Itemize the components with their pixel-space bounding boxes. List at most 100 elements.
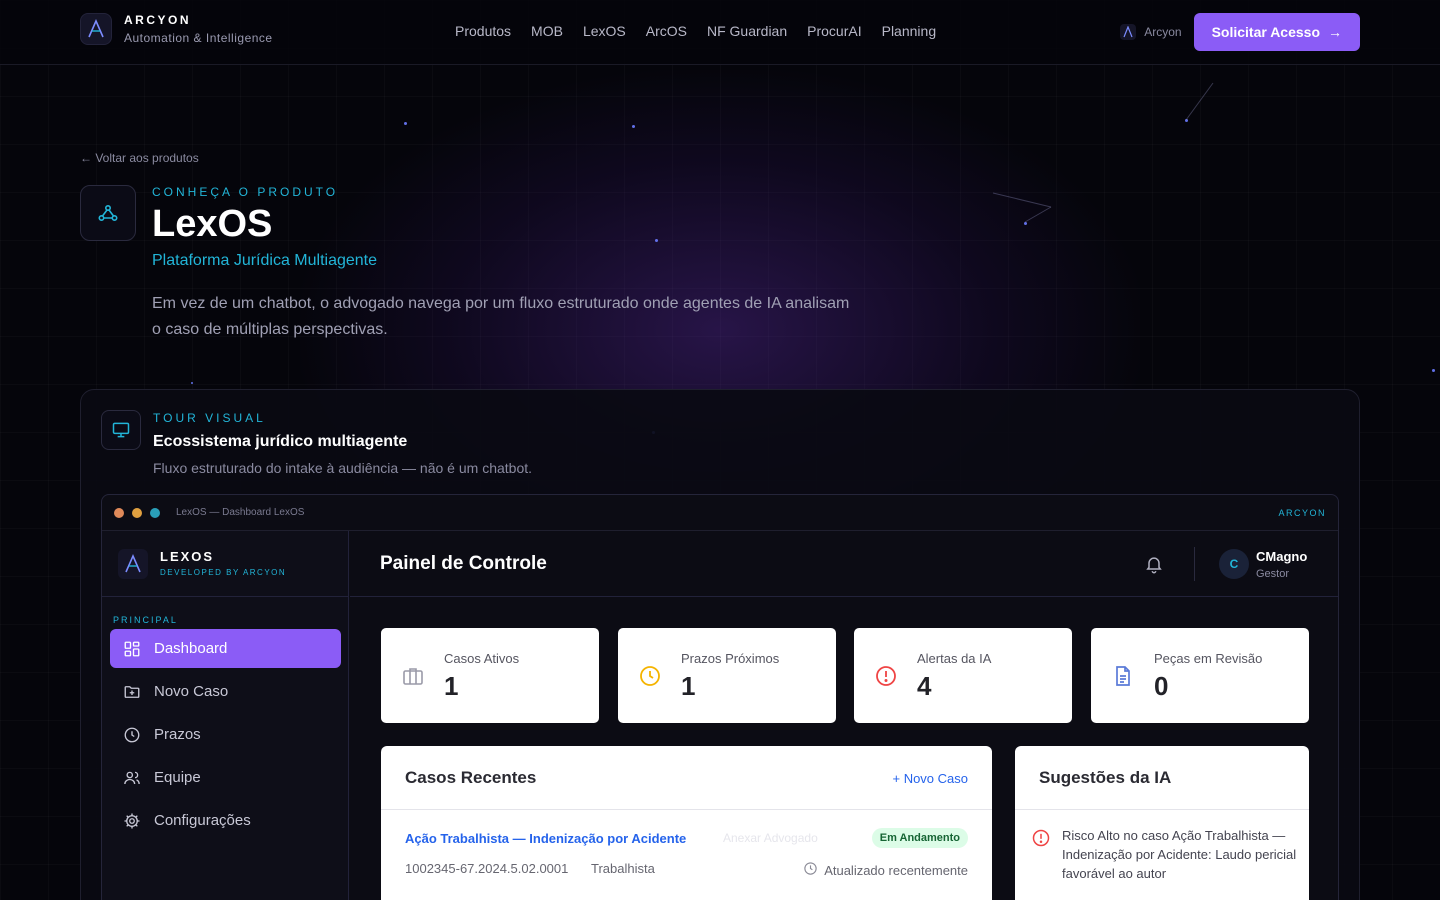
arrow-right-icon: → <box>1328 24 1342 40</box>
stat-card-alertas-ia[interactable]: Alertas da IA 4 <box>854 628 1072 723</box>
back-to-products-link[interactable]: ← Voltar aos produtos <box>80 151 199 165</box>
network-nodes-icon <box>80 185 136 241</box>
nav-link-nf-guardian[interactable]: NF Guardian <box>707 23 787 39</box>
document-icon <box>1111 664 1135 688</box>
stat-label: Peças em Revisão <box>1154 651 1263 666</box>
ai-suggestion-text[interactable]: Risco Alto no caso Ação Trabalhista — In… <box>1062 826 1302 883</box>
app-main: Painel de Controle C CMagno Gestor Casos… <box>350 531 1338 900</box>
nav-links: Produtos MOB LexOS ArcOS NF Guardian Pro… <box>455 23 936 39</box>
lexos-logo-icon <box>118 549 148 579</box>
stat-value: 1 <box>444 671 459 701</box>
request-access-button[interactable]: Solicitar Acesso → <box>1193 13 1360 51</box>
avatar[interactable]: C <box>1219 549 1249 579</box>
top-navigation: ARCYON Automation & Intelligence Produto… <box>0 0 1440 65</box>
tour-description: Fluxo estruturado do intake à audiência … <box>153 460 533 476</box>
grid-icon <box>122 639 142 659</box>
monitor-icon <box>101 410 141 450</box>
star-dot <box>632 125 635 128</box>
assign-lawyer-select[interactable]: Anexar Advogado <box>723 831 818 845</box>
sidebar-app-name: LEXOS <box>160 549 215 564</box>
window-titlebar: LexOS — Dashboard LexOS ARCYON <box>102 495 1338 531</box>
page-title: LexOS <box>152 203 273 245</box>
stat-value: 1 <box>681 671 696 701</box>
stat-card-casos-ativos[interactable]: Casos Ativos 1 <box>381 628 599 723</box>
clock-icon <box>122 725 142 745</box>
hero-description: Em vez de um chatbot, o advogado navega … <box>152 295 850 338</box>
clock-icon <box>803 861 818 879</box>
stat-card-prazos-proximos[interactable]: Prazos Próximos 1 <box>618 628 836 723</box>
sidebar-developer: DEVELOPED BY ARCYON <box>160 568 287 577</box>
account-label: Arcyon <box>1144 25 1182 39</box>
alert-icon <box>1031 828 1051 848</box>
user-role: Gestor <box>1256 568 1290 580</box>
stat-value: 0 <box>1154 671 1169 701</box>
sidebar-item-label: Prazos <box>154 726 201 743</box>
stat-label: Prazos Próximos <box>681 651 780 666</box>
window-dot-close <box>114 508 124 518</box>
nav-link-lexos[interactable]: LexOS <box>583 23 626 39</box>
hero-subtitle: Plataforma Jurídica Multiagente <box>152 252 377 269</box>
tour-title: Ecossistema jurídico multiagente <box>153 433 408 450</box>
nav-link-arcos[interactable]: ArcOS <box>646 23 687 39</box>
briefcase-icon <box>401 664 425 688</box>
recent-cases-panel: Casos Recentes + Novo Caso Ação Trabalhi… <box>381 746 992 900</box>
sidebar-item-dashboard[interactable]: Dashboard <box>110 629 341 668</box>
sidebar-item-prazos[interactable]: Prazos <box>110 715 341 754</box>
hero-eyebrow: CONHEÇA O PRODUTO <box>152 185 339 199</box>
star-dot <box>1024 222 1027 225</box>
app-sidebar: LEXOS DEVELOPED BY ARCYON PRINCIPAL Dash… <box>102 531 349 900</box>
window-title: LexOS — Dashboard LexOS <box>176 507 305 518</box>
window-brand: ARCYON <box>1278 508 1326 518</box>
star-dot <box>1432 369 1435 372</box>
alert-icon <box>874 664 898 688</box>
sidebar-item-label: Equipe <box>154 769 201 786</box>
stat-card-pecas-revisao[interactable]: Peças em Revisão 0 <box>1091 628 1309 723</box>
sidebar-item-label: Novo Caso <box>154 683 229 700</box>
sidebar-item-equipe[interactable]: Equipe <box>110 758 341 797</box>
sidebar-item-configuracoes[interactable]: Configurações <box>110 801 341 840</box>
account-link[interactable]: Arcyon <box>1120 24 1182 40</box>
stat-label: Casos Ativos <box>444 651 520 666</box>
status-badge: Em Andamento <box>871 828 968 848</box>
nav-link-procurai[interactable]: ProcurAI <box>807 23 861 39</box>
arcyon-mini-logo-icon <box>1120 24 1137 40</box>
gear-icon <box>122 811 142 831</box>
ai-suggestions-title: Sugestões da IA <box>1039 768 1172 787</box>
star-dot <box>1185 119 1188 122</box>
nav-link-mob[interactable]: MOB <box>531 23 563 39</box>
window-dot-minimize <box>132 508 142 518</box>
request-access-label: Solicitar Acesso <box>1211 24 1320 40</box>
app-preview-window: LexOS — Dashboard LexOS ARCYON LEXOS DEV… <box>101 494 1339 900</box>
visual-tour-card: TOUR VISUAL Ecossistema jurídico multiag… <box>80 389 1360 900</box>
bell-icon[interactable] <box>1144 554 1164 574</box>
ai-suggestions-panel: Sugestões da IA Risco Alto no caso Ação … <box>1015 746 1309 900</box>
tour-eyebrow: TOUR VISUAL <box>153 411 266 425</box>
star-dot <box>655 239 658 242</box>
case-updated-label: Atualizado recentemente <box>824 862 968 878</box>
nav-link-produtos[interactable]: Produtos <box>455 23 511 39</box>
new-case-link[interactable]: + Novo Caso <box>892 771 968 786</box>
user-name: CMagno <box>1256 549 1308 564</box>
sidebar-item-label: Configurações <box>154 812 251 829</box>
sidebar-section-label: PRINCIPAL <box>113 615 178 625</box>
stat-value: 4 <box>917 671 932 701</box>
brand[interactable]: ARCYON Automation & Intelligence <box>80 13 273 45</box>
stat-label: Alertas da IA <box>917 651 992 666</box>
dashboard-title: Painel de Controle <box>380 553 547 574</box>
star-dot <box>404 122 407 125</box>
users-icon <box>122 768 142 788</box>
case-area: Trabalhista <box>591 861 655 876</box>
clock-icon <box>638 664 662 688</box>
recent-cases-title: Casos Recentes <box>405 768 537 787</box>
case-title-link[interactable]: Ação Trabalhista — Indenização por Acide… <box>405 831 686 846</box>
sidebar-item-label: Dashboard <box>154 640 228 657</box>
brand-name: ARCYON <box>124 13 192 27</box>
header-divider <box>1194 547 1195 581</box>
case-updated: Atualizado recentemente <box>803 861 968 879</box>
case-number: 1002345-67.2024.5.02.0001 <box>405 861 569 876</box>
sidebar-item-novo-caso[interactable]: Novo Caso <box>110 672 341 711</box>
nav-link-planning[interactable]: Planning <box>882 23 937 39</box>
window-dot-maximize <box>150 508 160 518</box>
star-dot <box>191 382 193 384</box>
folder-plus-icon <box>122 682 142 702</box>
